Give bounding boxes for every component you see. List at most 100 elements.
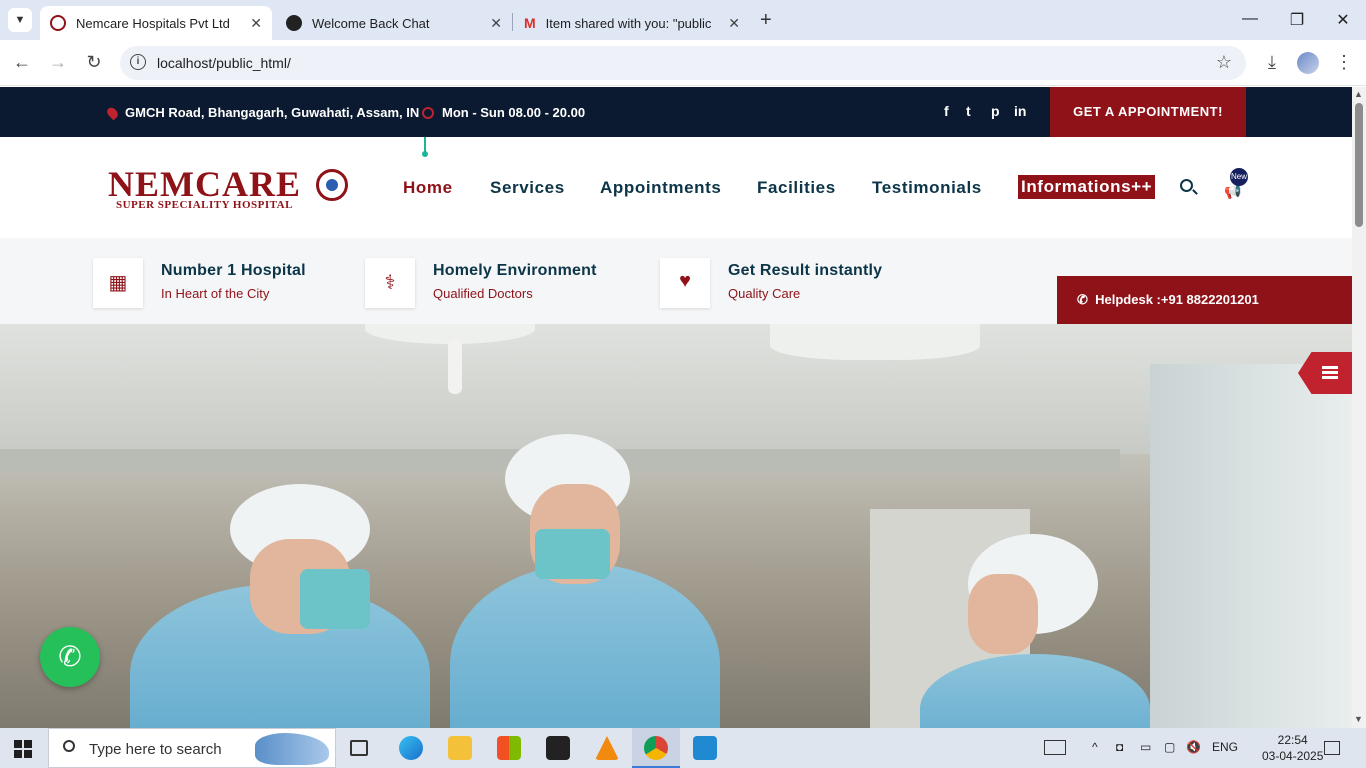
tab-nemcare[interactable]: Nemcare Hospitals Pvt Ltd ✕	[40, 6, 272, 40]
edge-browser-icon[interactable]	[399, 736, 423, 760]
hero-image	[0, 324, 1352, 728]
logo-seal-icon	[316, 169, 348, 201]
hours-text: Mon - Sun 08.00 - 20.00	[442, 105, 586, 120]
close-icon[interactable]: ✕	[728, 15, 740, 32]
get-appointment-button[interactable]: GET A APPOINTMENT!	[1050, 87, 1246, 137]
feature-title: Homely Environment	[433, 262, 597, 279]
feature-title: Number 1 Hospital	[161, 262, 306, 279]
system-clock[interactable]: 22:54 03-04-2025	[1262, 732, 1323, 764]
url-text[interactable]: localhost/public_html/	[157, 55, 291, 71]
tab-search-dropdown-icon[interactable]: ▼	[8, 8, 32, 32]
back-icon[interactable]: ←	[11, 52, 33, 73]
vlc-icon[interactable]	[595, 736, 619, 760]
file-explorer-icon[interactable]	[448, 736, 472, 760]
tab-gmail[interactable]: M Item shared with you: "public_h ✕	[514, 6, 750, 40]
helpdesk-button[interactable]: ✆ Helpdesk :+91 8822201201	[1057, 276, 1352, 324]
feature-subtitle: Quality Care	[728, 286, 801, 301]
nav-testimonials[interactable]: Testimonials	[872, 178, 982, 198]
nav-home[interactable]: Home	[403, 178, 453, 198]
new-tab-icon[interactable]: +	[760, 9, 772, 32]
close-icon[interactable]: ✕	[250, 15, 262, 32]
surgeon-center	[450, 564, 720, 728]
nav-services[interactable]: Services	[490, 178, 565, 198]
surgical-mask	[300, 569, 370, 629]
show-hidden-icons[interactable]: ^	[1092, 740, 1098, 754]
helpdesk-text: Helpdesk :+91 8822201201	[1095, 292, 1259, 307]
search-icon[interactable]	[1180, 179, 1193, 192]
bookmark-star-icon[interactable]: ☆	[1216, 52, 1232, 73]
more-menu-icon[interactable]: ⋮	[1333, 52, 1355, 73]
pinterest-icon[interactable]: p	[991, 103, 1000, 119]
site-topbar: GMCH Road, Bhangagarh, Guwahati, Assam, …	[0, 87, 1352, 137]
site-header: NEMCARE SUPER SPECIALITY HOSPITAL Home S…	[0, 137, 1352, 238]
taskbar-search-placeholder: Type here to search	[89, 741, 222, 758]
scroll-up-icon[interactable]: ▲	[1354, 89, 1363, 99]
active-nav-indicator	[422, 137, 428, 157]
page-scrollbar[interactable]: ▲ ▼	[1352, 87, 1366, 728]
linkedin-icon[interactable]: in	[1014, 103, 1026, 119]
language-indicator[interactable]: ENG	[1212, 740, 1238, 754]
mail-icon[interactable]	[546, 736, 570, 760]
hours-info: Mon - Sun 08.00 - 20.00	[422, 105, 585, 120]
phone-icon: ✆	[1077, 292, 1088, 307]
gmail-favicon-icon: M	[524, 15, 536, 31]
volume-muted-icon[interactable]: 🔇	[1186, 740, 1201, 754]
twitter-icon[interactable]: t	[966, 103, 971, 119]
close-icon[interactable]: ✕	[490, 15, 502, 32]
site-info-icon[interactable]: i	[130, 54, 146, 70]
address-bar[interactable]: i localhost/public_html/ ☆	[120, 46, 1246, 80]
microsoft-store-icon[interactable]	[497, 736, 521, 760]
openai-favicon-icon	[286, 15, 302, 31]
new-badge: New	[1230, 168, 1248, 186]
feature-subtitle: In Heart of the City	[161, 286, 270, 301]
nemcare-favicon-icon	[50, 15, 66, 31]
notifications-icon[interactable]	[1324, 741, 1340, 755]
nav-informations[interactable]: Informations++	[1018, 175, 1156, 199]
battery-icon[interactable]: ▭	[1140, 740, 1151, 754]
windows-start-icon[interactable]	[14, 740, 32, 758]
chrome-icon[interactable]	[644, 736, 668, 760]
heartbeat-icon: ♥	[679, 270, 691, 292]
hospital-logo[interactable]: NEMCARE SUPER SPECIALITY HOSPITAL	[108, 163, 350, 213]
feature-subtitle: Qualified Doctors	[433, 286, 533, 301]
clock-icon	[422, 106, 434, 119]
browser-toolbar: ← → ↻ i localhost/public_html/ ☆ ⤓ ⋮	[0, 40, 1366, 86]
nav-facilities[interactable]: Facilities	[757, 178, 836, 198]
location-pin-icon	[105, 105, 120, 120]
facebook-icon[interactable]: f	[944, 103, 949, 119]
tab-title: Item shared with you: "public_h	[545, 15, 711, 31]
meet-now-icon[interactable]: ◘	[1116, 740, 1123, 754]
download-icon[interactable]: ⤓	[1261, 52, 1283, 73]
reload-icon[interactable]: ↻	[83, 52, 105, 73]
profile-avatar[interactable]	[1297, 52, 1319, 74]
address-info: GMCH Road, Bhangagarh, Guwahati, Assam, …	[105, 105, 420, 120]
tab-welcome-chat[interactable]: Welcome Back Chat ✕	[276, 6, 512, 40]
feature-icon-box: ⚕	[365, 258, 415, 308]
feature-icon-box: ♥	[660, 258, 710, 308]
network-icon[interactable]: ▢	[1164, 740, 1175, 754]
vscode-icon[interactable]	[693, 736, 717, 760]
tab-title: Nemcare Hospitals Pvt Ltd	[76, 15, 230, 31]
taskbar-search-box[interactable]: Type here to search	[48, 728, 336, 768]
address-text: GMCH Road, Bhangagarh, Guwahati, Assam, …	[125, 105, 420, 120]
surgical-mask	[535, 529, 610, 579]
task-view-icon[interactable]	[350, 740, 368, 756]
nav-appointments[interactable]: Appointments	[600, 178, 721, 198]
tab-divider	[512, 13, 513, 31]
whatsapp-button[interactable]: ✆	[40, 627, 100, 687]
scroll-down-icon[interactable]: ▼	[1354, 714, 1363, 724]
search-icon	[63, 740, 75, 752]
news-widget-icon[interactable]	[1044, 740, 1066, 755]
clock-time: 22:54	[1277, 733, 1308, 747]
window-close-icon[interactable]: ✕	[1333, 10, 1353, 30]
forward-icon[interactable]: →	[47, 52, 69, 73]
search-highlight-image	[255, 733, 329, 765]
scrollbar-thumb[interactable]	[1355, 103, 1363, 227]
whatsapp-icon: ✆	[58, 641, 82, 672]
minimize-icon[interactable]: —	[1240, 10, 1260, 28]
restore-icon[interactable]: ❐	[1287, 10, 1307, 30]
logo-subtitle: SUPER SPECIALITY HOSPITAL	[116, 199, 293, 211]
feature-icon-box: ▦	[93, 258, 143, 308]
browser-tab-bar: ▼ Nemcare Hospitals Pvt Ltd ✕ Welcome Ba…	[0, 0, 1366, 40]
lamp-arm	[448, 339, 462, 394]
